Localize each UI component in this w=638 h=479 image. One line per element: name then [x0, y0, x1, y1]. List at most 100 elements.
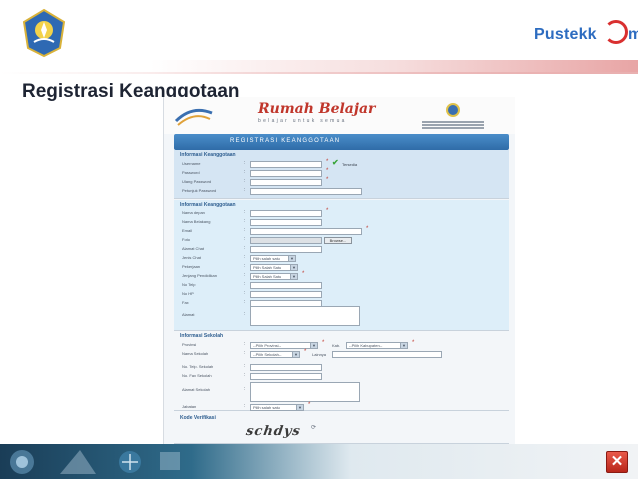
username-input[interactable]	[250, 161, 322, 168]
site-logo: Rumah Belajar	[258, 101, 376, 117]
verification-section-title: Kode Verifikasi	[180, 415, 216, 421]
job-label: Pekerjaan	[182, 264, 201, 269]
other-school-label: Lainnya	[312, 352, 327, 357]
ministry-emblem-icon	[446, 103, 460, 117]
username-row: Username: * ✔ Tersedia	[182, 158, 358, 168]
phone-input[interactable]	[250, 282, 322, 289]
required-mark: *	[326, 168, 329, 174]
banner-title: REGISTRASI KEANGGOTAAN	[230, 138, 341, 144]
education-row: Jenjang Pendidikan: Pilih Salah Satu ▼ *	[182, 271, 305, 280]
chevron-down-icon: ▼	[310, 343, 317, 348]
school-name-label: Nama Sekolah	[182, 351, 209, 356]
school-address-label: Alamat Sekolah	[182, 387, 211, 392]
email-row: Email: *	[182, 226, 369, 235]
tut-wuri-handayani-logo	[22, 8, 66, 58]
required-mark: *	[308, 402, 311, 408]
chevron-down-icon: ▼	[292, 352, 299, 357]
pustekkom-logo-suffix: m	[628, 26, 638, 43]
province-row: Provinsi: --Pilih Provinsi-- ▼ * Kab. --P…	[182, 340, 415, 349]
photo-row: Foto: Browse...	[182, 236, 502, 244]
chevron-down-icon: ▼	[290, 274, 297, 279]
photo-path-input[interactable]	[250, 237, 322, 244]
ministry-caption	[422, 121, 484, 131]
chat-type-select[interactable]: Pilih salah satu ▼	[250, 255, 296, 262]
school-phone-label: No. Telp. Sekolah	[182, 364, 214, 369]
photo-label: Foto	[182, 237, 191, 242]
captcha-image: schdys	[245, 424, 302, 439]
mobile-input[interactable]	[250, 291, 322, 298]
account-section: Informasi Keanggotaan Username: * ✔ Ters…	[174, 150, 509, 199]
chat-address-label: Alamat Chat	[182, 246, 205, 251]
username-label: Username	[182, 161, 201, 166]
position-label: Jabatan	[182, 404, 197, 409]
chevron-down-icon: ▼	[400, 343, 407, 348]
school-value: --Pilih Sekolah--	[253, 352, 282, 357]
fax-label: Fax	[182, 300, 189, 305]
city-label: Kab.	[332, 343, 341, 348]
repeat-password-input[interactable]	[250, 179, 322, 186]
available-text: Tersedia	[342, 162, 358, 167]
school-select[interactable]: --Pilih Sekolah-- ▼	[250, 351, 300, 358]
position-row: Jabatan: Pilih salah satu ▼ *	[182, 402, 311, 411]
school-phone-row: No. Telp. Sekolah:	[182, 363, 502, 371]
other-school-input[interactable]	[332, 351, 442, 358]
first-name-input[interactable]	[250, 210, 322, 217]
mobile-row: No HP:	[182, 290, 502, 298]
chat-type-row: Jenis Chat: Pilih salah satu ▼	[182, 254, 502, 262]
site-tagline: belajar untuk semua	[258, 118, 347, 124]
pustekkom-logo: Pustekk m	[528, 20, 638, 52]
pustekkom-logo-text: Pustekk	[534, 26, 597, 43]
password-input[interactable]	[250, 170, 322, 177]
position-value: Pilih salah satu	[253, 405, 280, 410]
school-section: Informasi Sekolah Provinsi: --Pilih Prov…	[174, 331, 509, 411]
password-hint-label: Petunjuk Password	[182, 188, 217, 193]
required-mark: *	[302, 271, 305, 277]
email-input[interactable]	[250, 228, 362, 235]
footer-decoration	[10, 450, 180, 474]
school-name-row: Nama Sekolah: --Pilih Sekolah-- ▼ * Lainn…	[182, 349, 502, 358]
browse-button[interactable]: Browse...	[324, 237, 352, 244]
email-label: Email	[182, 228, 193, 233]
job-row: Pekerjaan: Pilih Salah Satu ▼	[182, 263, 502, 271]
member-section: Informasi Keanggotaan Nama depan: * Nama…	[174, 200, 509, 331]
city-value: --Pilih Kabupaten--	[349, 343, 383, 348]
job-select[interactable]: Pilih Salah Satu ▼	[250, 264, 298, 271]
province-select[interactable]: --Pilih Provinsi-- ▼	[250, 342, 318, 349]
school-fax-input[interactable]	[250, 373, 322, 380]
address-label: Alamat	[182, 312, 195, 317]
required-mark: *	[304, 349, 307, 355]
position-select[interactable]: Pilih salah satu ▼	[250, 404, 304, 411]
refresh-icon[interactable]: ⟳	[311, 424, 316, 431]
presentation-slide: Pustekk m Registrasi Keanggotaan Rumah B…	[0, 0, 638, 479]
city-select[interactable]: --Pilih Kabupaten-- ▼	[346, 342, 408, 349]
job-value: Pilih Salah Satu	[253, 265, 282, 270]
chevron-down-icon: ▼	[288, 256, 295, 261]
address-textarea[interactable]	[250, 306, 360, 326]
password-hint-input[interactable]	[250, 188, 362, 195]
password-hint-row: Petunjuk Password:	[182, 187, 502, 195]
pustekkom-ring-icon	[604, 20, 628, 44]
required-mark: *	[326, 208, 329, 214]
chat-type-value: Pilih salah satu	[253, 256, 280, 261]
mobile-label: No HP	[182, 291, 194, 296]
school-fax-label: No. Fax Sekolah	[182, 373, 212, 378]
education-value: Pilih Salah Satu	[253, 274, 282, 279]
registration-banner: REGISTRASI KEANGGOTAAN	[174, 134, 509, 150]
last-name-label: Nama Belakang	[182, 219, 211, 224]
account-section-title: Informasi Keanggotaan	[180, 152, 236, 158]
member-section-title: Informasi Keanggotaan	[180, 202, 236, 208]
close-icon[interactable]: ✕	[606, 451, 628, 473]
required-mark: *	[322, 340, 325, 346]
school-address-textarea[interactable]	[250, 382, 360, 402]
chevron-down-icon: ▼	[296, 405, 303, 410]
required-mark: *	[366, 226, 369, 232]
first-name-label: Nama depan	[182, 210, 205, 215]
last-name-input[interactable]	[250, 219, 322, 226]
first-name-row: Nama depan: *	[182, 208, 329, 217]
school-phone-input[interactable]	[250, 364, 322, 371]
chat-address-input[interactable]	[250, 246, 322, 253]
phone-row: No Telp:	[182, 281, 502, 289]
site-swoosh-icon	[174, 108, 213, 126]
education-select[interactable]: Pilih Salah Satu ▼	[250, 273, 298, 280]
required-mark: *	[326, 159, 329, 165]
